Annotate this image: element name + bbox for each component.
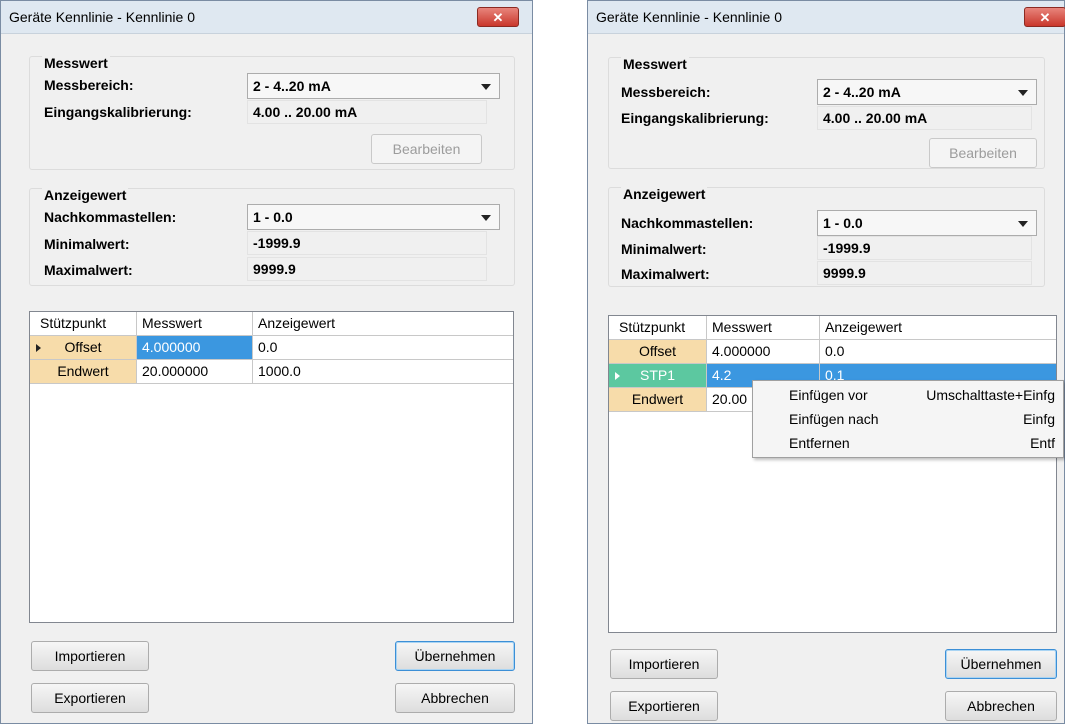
cell-messwert[interactable]: 4.000000: [707, 340, 820, 364]
context-menu: Einfügen vor Umschalttaste+Einfg Einfüge…: [752, 380, 1064, 458]
column-header-messwert[interactable]: Messwert: [707, 316, 820, 340]
current-row-arrow-icon: [36, 344, 41, 352]
maximalwert-value: 9999.9: [247, 257, 487, 281]
row-header-endwert[interactable]: Endwert: [609, 388, 707, 412]
cell-messwert[interactable]: 4.000000: [137, 336, 253, 360]
dialog-window-right: Geräte Kennlinie - Kennlinie 0 ✕ Messwer…: [587, 0, 1065, 724]
close-icon: ✕: [492, 10, 504, 25]
eingangskalibrierung-label: Eingangskalibrierung:: [621, 110, 769, 126]
eingangskalibrierung-value: 4.00 .. 20.00 mA: [817, 106, 1032, 130]
importieren-button[interactable]: Importieren: [31, 641, 149, 671]
column-header-anzeigewert[interactable]: Anzeigewert: [253, 312, 513, 336]
uebernehmen-button[interactable]: Übernehmen: [945, 649, 1057, 679]
cell-anzeigewert[interactable]: 0.0: [253, 336, 513, 360]
table-header-row: Stützpunkt Messwert Anzeigewert: [30, 312, 513, 336]
minimalwert-label: Minimalwert:: [621, 241, 707, 257]
menu-item-einfuegen-nach[interactable]: Einfügen nach Einfg: [753, 407, 1063, 431]
exportieren-button[interactable]: Exportieren: [610, 691, 718, 721]
nachkommastellen-select[interactable]: 1 - 0.0: [247, 204, 500, 230]
nachkommastellen-select[interactable]: 1 - 0.0: [817, 210, 1037, 236]
row-header-offset[interactable]: Offset: [30, 336, 137, 360]
menu-item-einfuegen-vor[interactable]: Einfügen vor Umschalttaste+Einfg: [753, 383, 1063, 407]
exportieren-button[interactable]: Exportieren: [31, 683, 149, 713]
messwert-group: Messwert Messbereich: 2 - 4..20 mA Einga…: [608, 56, 1045, 169]
stuetzpunkt-table[interactable]: Stützpunkt Messwert Anzeigewert Offset 4…: [29, 311, 514, 623]
stuetzpunkt-table[interactable]: Stützpunkt Messwert Anzeigewert Offset 4…: [608, 315, 1057, 633]
window-title: Geräte Kennlinie - Kennlinie 0: [9, 9, 196, 25]
anzeigewert-group: Anzeigewert Nachkommastellen: 1 - 0.0 Mi…: [29, 187, 515, 286]
window-title: Geräte Kennlinie - Kennlinie 0: [596, 9, 783, 25]
row-header-stp1[interactable]: STP1: [609, 364, 707, 388]
column-header-stuetzpunkt[interactable]: Stützpunkt: [609, 316, 707, 340]
group-title-anzeigewert: Anzeigewert: [42, 187, 129, 203]
nachkommastellen-value: 1 - 0.0: [253, 209, 293, 225]
table-row[interactable]: Offset 4.000000 0.0: [30, 336, 513, 360]
title-bar: Geräte Kennlinie - Kennlinie 0 ✕: [1, 1, 532, 34]
current-row-arrow-icon: [615, 372, 620, 380]
dialog-window-left: Geräte Kennlinie - Kennlinie 0 ✕ Messwer…: [0, 0, 533, 724]
messbereich-value: 2 - 4..20 mA: [823, 84, 901, 100]
chevron-down-icon: [481, 215, 491, 221]
table-row[interactable]: Offset 4.000000 0.0: [609, 340, 1056, 364]
cell-anzeigewert[interactable]: 0.0: [820, 340, 1056, 364]
menu-item-label: Einfügen nach: [789, 411, 879, 427]
column-header-stuetzpunkt[interactable]: Stützpunkt: [30, 312, 137, 336]
cell-anzeigewert[interactable]: 1000.0: [253, 360, 513, 384]
bearbeiten-button[interactable]: Bearbeiten: [929, 138, 1037, 168]
abbrechen-button[interactable]: Abbrechen: [945, 691, 1057, 721]
messbereich-label: Messbereich:: [44, 77, 134, 93]
eingangskalibrierung-value: 4.00 .. 20.00 mA: [247, 100, 487, 124]
maximalwert-label: Maximalwert:: [44, 262, 133, 278]
row-header-offset[interactable]: Offset: [609, 340, 707, 364]
menu-item-label: Einfügen vor: [789, 387, 868, 403]
table-header-row: Stützpunkt Messwert Anzeigewert: [609, 316, 1056, 340]
chevron-down-icon: [1018, 221, 1028, 227]
messbereich-label: Messbereich:: [621, 84, 711, 100]
eingangskalibrierung-label: Eingangskalibrierung:: [44, 104, 192, 120]
messbereich-select[interactable]: 2 - 4..20 mA: [817, 79, 1037, 105]
group-title-anzeigewert: Anzeigewert: [621, 186, 708, 202]
abbrechen-button[interactable]: Abbrechen: [395, 683, 515, 713]
column-header-messwert[interactable]: Messwert: [137, 312, 253, 336]
anzeigewert-group: Anzeigewert Nachkommastellen: 1 - 0.0 Mi…: [608, 186, 1045, 287]
chevron-down-icon: [481, 84, 491, 90]
close-button[interactable]: ✕: [477, 7, 519, 27]
cell-messwert[interactable]: 20.000000: [137, 360, 253, 384]
row-label: Offset: [64, 339, 102, 355]
menu-item-shortcut: Entf: [1030, 435, 1055, 451]
chevron-down-icon: [1018, 90, 1028, 96]
minimalwert-label: Minimalwert:: [44, 236, 130, 252]
close-button[interactable]: ✕: [1024, 7, 1065, 27]
column-header-anzeigewert[interactable]: Anzeigewert: [820, 316, 1056, 340]
close-icon: ✕: [1039, 10, 1051, 25]
title-bar: Geräte Kennlinie - Kennlinie 0 ✕: [588, 1, 1065, 34]
group-title-messwert: Messwert: [621, 56, 689, 72]
row-header-endwert[interactable]: Endwert: [30, 360, 137, 384]
maximalwert-label: Maximalwert:: [621, 266, 710, 282]
row-label: STP1: [639, 367, 675, 383]
menu-item-shortcut: Umschalttaste+Einfg: [926, 387, 1055, 403]
minimalwert-value: -1999.9: [247, 231, 487, 255]
nachkommastellen-label: Nachkommastellen:: [44, 209, 177, 225]
menu-item-entfernen[interactable]: Entfernen Entf: [753, 431, 1063, 455]
messwert-group: Messwert Messbereich: 2 - 4..20 mA Einga…: [29, 55, 515, 170]
minimalwert-value: -1999.9: [817, 236, 1032, 260]
nachkommastellen-label: Nachkommastellen:: [621, 215, 754, 231]
importieren-button[interactable]: Importieren: [610, 649, 718, 679]
messbereich-value: 2 - 4..20 mA: [253, 78, 331, 94]
bearbeiten-button[interactable]: Bearbeiten: [371, 134, 482, 164]
menu-item-label: Entfernen: [789, 435, 850, 451]
group-title-messwert: Messwert: [42, 55, 110, 71]
nachkommastellen-value: 1 - 0.0: [823, 215, 863, 231]
uebernehmen-button[interactable]: Übernehmen: [395, 641, 515, 671]
table-row[interactable]: Endwert 20.000000 1000.0: [30, 360, 513, 384]
maximalwert-value: 9999.9: [817, 261, 1032, 285]
messbereich-select[interactable]: 2 - 4..20 mA: [247, 73, 500, 99]
menu-item-shortcut: Einfg: [1023, 411, 1055, 427]
